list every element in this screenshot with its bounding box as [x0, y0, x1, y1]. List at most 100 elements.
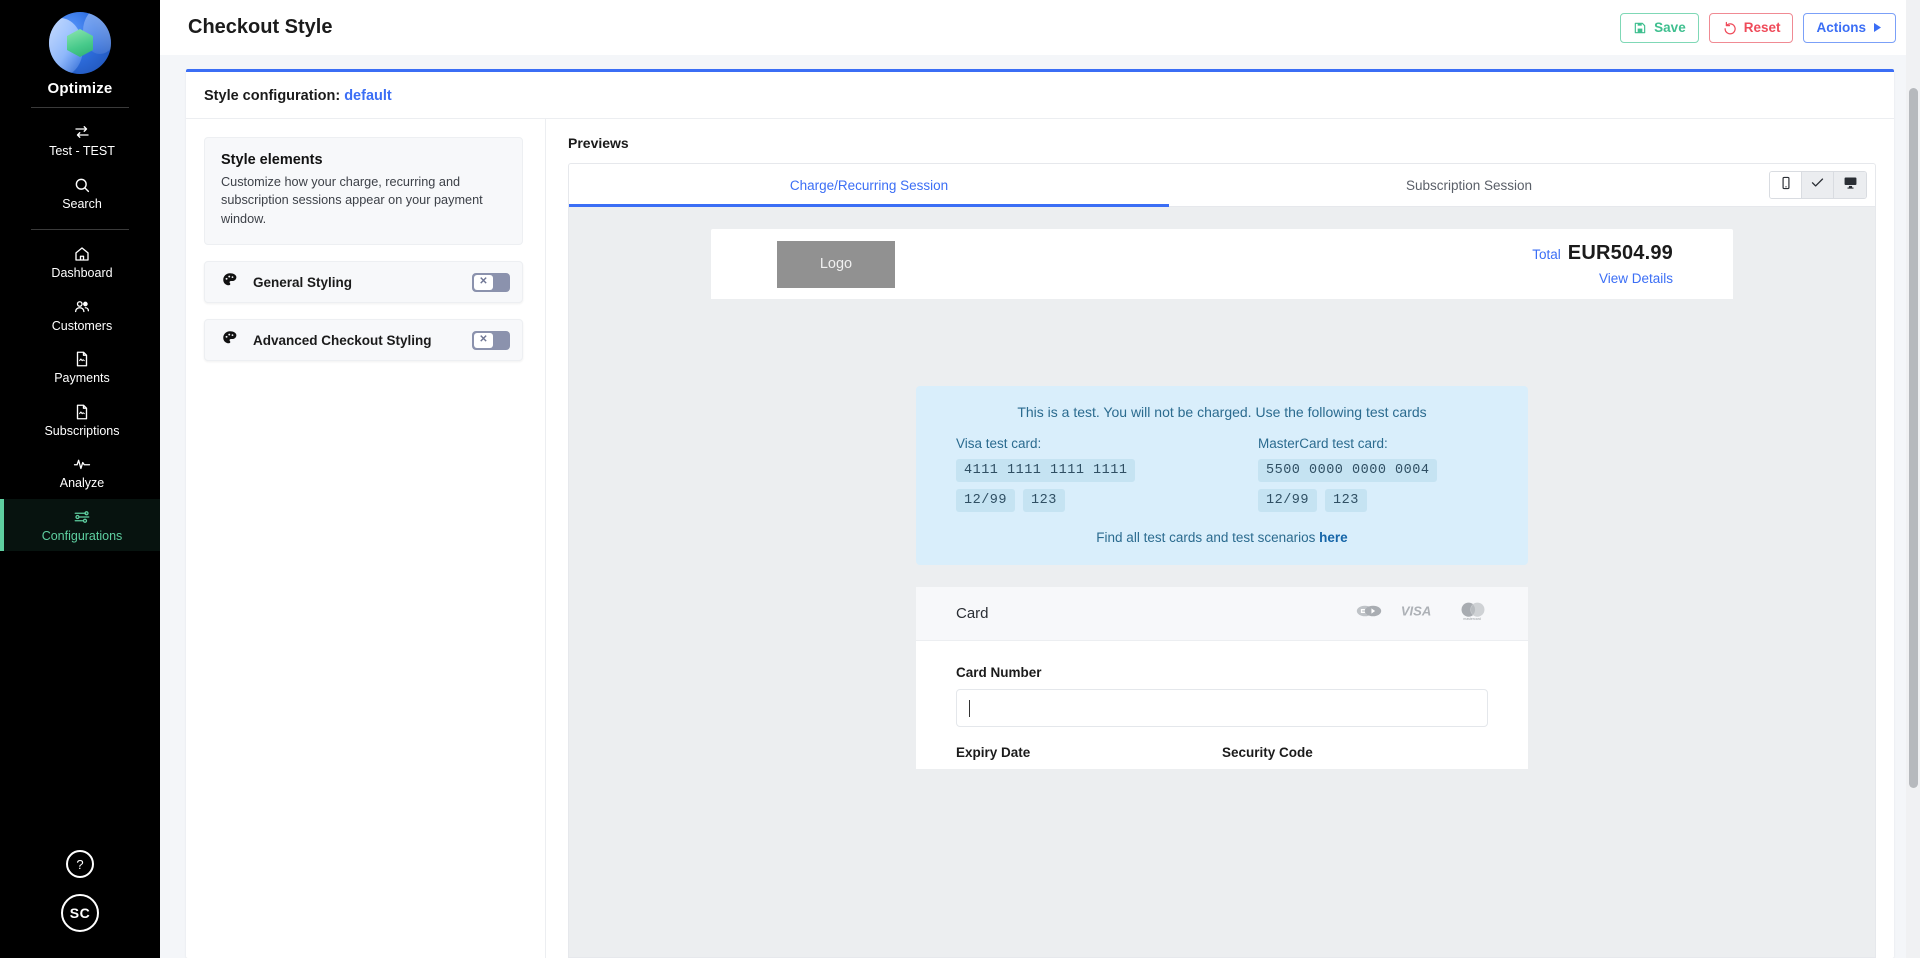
save-icon [1633, 21, 1647, 35]
vertical-scrollbar[interactable] [1906, 0, 1920, 958]
general-styling-toggle[interactable]: ✕ [472, 272, 510, 292]
mastercard-test-card-cvc[interactable]: 123 [1325, 489, 1367, 512]
style-row-general-styling[interactable]: General Styling ✕ [204, 261, 523, 304]
visa-test-card-caption: Visa test card: [956, 436, 1042, 451]
mastercard-test-card-expiry[interactable]: 12/99 [1258, 489, 1318, 512]
people-icon [73, 298, 91, 316]
sliders-icon [73, 508, 91, 526]
card-number-input[interactable] [956, 689, 1488, 727]
sidebar-item-customers[interactable]: Customers [0, 289, 160, 342]
visa-test-card-cvc[interactable]: 123 [1023, 489, 1065, 512]
style-row-label: Advanced Checkout Styling [253, 332, 432, 348]
sidebar-item-label: Search [62, 196, 102, 211]
total-amount: EUR504.99 [1567, 242, 1673, 264]
mastercard-test-card-number[interactable]: 5500 0000 0000 0004 [1258, 459, 1438, 482]
style-elements-description: Customize how your charge, recurring and… [221, 175, 483, 226]
device-button-desktop[interactable] [1834, 172, 1866, 198]
sidebar-item-configurations[interactable]: Configurations [0, 498, 160, 551]
previews-title: Previews [568, 135, 629, 151]
test-scenarios-link[interactable]: here [1319, 530, 1348, 545]
style-panel: Style configuration: default Style eleme… [186, 69, 1894, 958]
undo-icon [1722, 20, 1737, 35]
actions-label: Actions [1816, 20, 1866, 35]
pulse-icon [72, 455, 92, 473]
style-row-label: General Styling [253, 274, 353, 290]
sidebar-item-payments[interactable]: Payments [0, 341, 160, 394]
check-icon [1810, 175, 1825, 195]
svg-text:VISA: VISA [1401, 603, 1431, 618]
card-brand-icons: VISA mastercard [1356, 601, 1488, 626]
text-caret [969, 699, 970, 717]
sidebar-item-dashboard[interactable]: Dashboard [0, 236, 160, 289]
document-icon [73, 403, 91, 421]
sidebar-item-label: Analyze [59, 476, 105, 490]
security-code-label: Security Code [1222, 745, 1313, 760]
sidebar-item-label: Subscriptions [44, 423, 120, 438]
visa-test-card-number[interactable]: 4111 1111 1111 1111 [956, 459, 1136, 482]
sidebar-item-subscriptions[interactable]: Subscriptions [0, 394, 160, 447]
card-section-header: Card VISA mastercard [916, 587, 1528, 641]
style-row-advanced-checkout-styling[interactable]: Advanced Checkout Styling ✕ [204, 319, 523, 362]
checkout-body: This is a test. You will not be charged.… [711, 299, 1733, 957]
actions-button[interactable]: Actions [1803, 12, 1896, 43]
device-button-tablet[interactable] [1802, 172, 1834, 198]
tab-label: Subscription Session [1405, 177, 1533, 193]
style-elements-card: Style elements Customize how your charge… [204, 137, 523, 246]
brand: Optimize [48, 0, 113, 97]
svg-text:mastercard: mastercard [1463, 617, 1481, 621]
advanced-checkout-styling-toggle[interactable]: ✕ [472, 330, 510, 350]
view-details-link[interactable]: View Details [1532, 271, 1673, 286]
reset-button[interactable]: Reset [1708, 12, 1794, 43]
optimize-logo-icon [48, 12, 111, 74]
palette-icon [221, 271, 239, 294]
sidebar-item-search[interactable]: Search [0, 167, 160, 220]
preview-tabs: Charge/Recurring Session Subscription Se… [568, 163, 1876, 207]
help-button[interactable]: ? [66, 850, 94, 878]
save-button[interactable]: Save [1620, 12, 1699, 43]
sidebar-item-analyze[interactable]: Analyze [0, 446, 160, 499]
toggle-knob: ✕ [474, 274, 493, 290]
test-notice-heading: This is a test. You will not be charged.… [1017, 404, 1427, 420]
style-configuration-value[interactable]: default [344, 88, 392, 104]
topbar: Checkout Style Save Reset Actions [160, 0, 1920, 55]
device-button-mobile[interactable] [1770, 172, 1802, 198]
avatar[interactable]: SC [61, 894, 99, 932]
sidebar-divider-top [31, 107, 129, 108]
visa-test-card-expiry[interactable]: 12/99 [956, 489, 1016, 512]
swap-arrows-icon [73, 123, 91, 141]
mastercard-test-card-caption: MasterCard test card: [1258, 436, 1388, 451]
sidebar-item-label: Configurations [41, 528, 123, 543]
mobile-icon [1779, 176, 1793, 195]
previews-column: Previews Charge/Recurring Session Subscr… [546, 119, 1894, 958]
app-root: Optimize Test - TEST Search Dashboard Cu… [0, 0, 1920, 958]
sidebar-item-test-test[interactable]: Test - TEST [0, 114, 160, 167]
brand-name: Optimize [47, 80, 113, 97]
scrollbar-thumb[interactable] [1909, 88, 1918, 788]
save-label: Save [1654, 20, 1686, 35]
style-configuration-label: Style configuration: [204, 88, 341, 104]
sidebar-item-label: Dashboard [51, 266, 113, 280]
test-notice-footer: Find all test cards and test scenarios h… [956, 530, 1488, 545]
checkout-preview: Logo Total EUR504.99 View Details This i… [568, 207, 1876, 958]
sidebar-item-label: Customers [51, 318, 113, 333]
tab-charge-recurring-session[interactable]: Charge/Recurring Session [569, 164, 1169, 207]
toolbar-actions: Save Reset Actions [1620, 12, 1896, 43]
visa-test-card-block: Visa test card: 4111 1111 1111 1111 12/9… [956, 436, 1186, 512]
sidebar-footer: ? SC [0, 850, 160, 932]
panel-body: Style elements Customize how your charge… [186, 119, 1894, 958]
card-section-body: Card Number Expiry Date Security Code [916, 641, 1528, 769]
mastercard-test-card-block: MasterCard test card: 5500 0000 0000 000… [1258, 436, 1488, 512]
card-payment-section: Card VISA mastercard Card Number Expiry … [916, 587, 1528, 769]
card-section-title: Card [956, 605, 989, 622]
tab-label: Charge/Recurring Session [789, 177, 949, 193]
main-area: Checkout Style Save Reset Actions Style … [160, 0, 1920, 958]
checkout-header: Logo Total EUR504.99 View Details [711, 229, 1733, 299]
merchant-logo-placeholder: Logo [777, 240, 895, 288]
style-elements-title: Style elements [221, 152, 323, 168]
visa-icon: VISA [1400, 603, 1440, 624]
toggle-knob: ✕ [474, 332, 493, 348]
page-title: Checkout Style [188, 16, 333, 38]
sidebar: Optimize Test - TEST Search Dashboard Cu… [0, 0, 160, 958]
tab-subscription-session[interactable]: Subscription Session [1169, 164, 1769, 206]
search-icon [73, 176, 91, 194]
